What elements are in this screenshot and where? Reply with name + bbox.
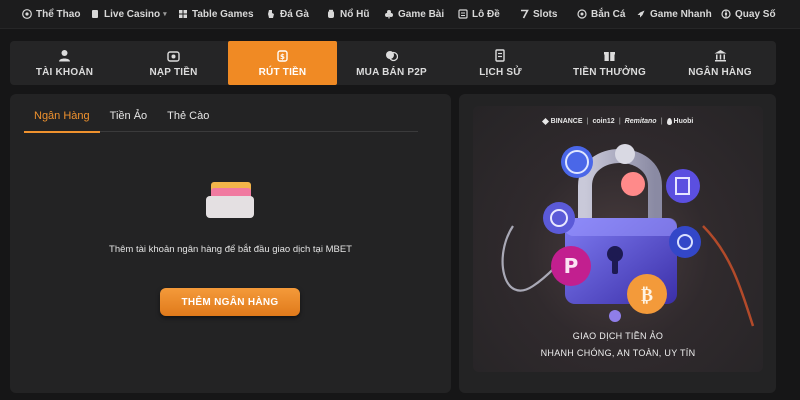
empty-bank-message: Thêm tài khoản ngân hàng để bắt đầu giao… [109,244,352,255]
seven-icon [519,9,529,19]
grid-icon [178,9,188,19]
nav-item-live-casino[interactable]: Live Casino ▾ [90,9,167,20]
tab-label: MUA BÁN P2P [356,66,427,78]
nav-label: Bắn Cá [591,8,626,20]
nav-item-slots[interactable]: Slots [519,9,557,20]
nav-item-game-nhanh[interactable]: Game Nhanh [636,9,712,20]
tab-lich-su[interactable]: LỊCH SỬ [446,41,555,85]
tab-nap-tien[interactable]: NẠP TIỀN [119,41,228,85]
top-navigation: Thể Thao Live Casino ▾ Table Games Đá Gà… [0,0,800,29]
nav-label: Lô Đề [472,8,500,20]
tab-label: RÚT TIỀN [258,66,307,78]
svg-text:$: $ [280,53,285,61]
account-tabs: TÀI KHOẢN NẠP TIỀN $ RÚT TIỀN MUA BÁN P2… [10,41,776,85]
promo-panel: P ₿ BINANCE | coin12 | Remitano | Huobi … [459,94,776,393]
bank-cards-icon [206,182,254,218]
deposit-icon [167,49,180,62]
tab-ngan-hang[interactable]: NGÂN HÀNG [664,41,776,85]
nav-label: Nổ Hũ [340,8,370,20]
partner-huobi: Huobi [673,118,694,125]
partner-binance: BINANCE [550,118,583,125]
tab-tai-khoan[interactable]: TÀI KHOẢN [10,41,119,85]
svg-text:P: P [564,254,579,278]
tab-label: TIỀN THƯỞNG [573,66,646,78]
chevron-down-icon: ▾ [163,11,167,18]
rooster-icon [266,9,276,19]
nav-label: Thể Thao [36,8,81,20]
club-icon [384,9,394,19]
nav-item-the-thao[interactable]: Thể Thao [22,9,80,20]
coins-icon [385,49,398,62]
nav-item-lo-de[interactable]: Lô Đề [458,9,500,20]
subtab-the-cao[interactable]: Thẻ Cào [157,104,219,132]
partner-logos: BINANCE | coin12 | Remitano | Huobi [473,117,763,126]
add-bank-button[interactable]: THÊM NGÂN HÀNG [160,288,300,316]
nav-item-game-bai[interactable]: Game Bài [384,9,444,20]
promo-subtitle: NHANH CHÓNG, AN TOÀN, UY TÍN [540,348,696,358]
nav-label: Quay Số [735,8,776,20]
nav-item-no-hu[interactable]: Nổ Hũ [326,9,369,20]
bonus-icon [603,49,616,62]
nav-label: Game Nhanh [650,8,712,20]
binance-logo-icon [541,117,549,126]
tab-label: NGÂN HÀNG [688,66,752,78]
spin-icon [721,9,731,19]
cards-icon [90,9,100,19]
bank-icon [714,49,727,62]
nav-item-ban-ca[interactable]: Bắn Cá [577,9,625,20]
nav-item-quay-so[interactable]: Quay Số [721,9,776,20]
huobi-flame-icon [666,118,672,125]
promo-title: GIAO DỊCH TIỀN ẢO [572,331,664,341]
subtab-tien-ao[interactable]: Tiền Ảo [100,104,158,132]
tab-tien-thuong[interactable]: TIỀN THƯỞNG [555,41,664,85]
tab-label: TÀI KHOẢN [35,66,94,78]
lottery-icon [458,9,468,19]
target-icon [577,9,587,19]
nav-item-table-games[interactable]: Table Games [178,9,254,20]
nav-item-da-ga[interactable]: Đá Gà [266,9,309,20]
nav-label: Table Games [192,8,254,20]
tab-rut-tien[interactable]: $ RÚT TIỀN [228,41,337,85]
nav-label: Live Casino [104,8,161,20]
withdraw-panel: Ngân Hàng Tiền Ảo Thẻ Cào Thêm tài khoản… [10,94,451,393]
partner-coin12: coin12 [592,118,615,125]
rocket-icon [636,9,646,19]
tab-mua-ban-p2p[interactable]: MUA BÁN P2P [337,41,446,85]
partner-remitano: Remitano [624,118,657,125]
jar-icon [326,9,336,19]
history-icon [494,48,507,62]
tab-label: LỊCH SỬ [479,66,522,78]
nav-label: Slots [533,8,558,20]
svg-text:₿: ₿ [641,285,653,306]
crypto-promo-banner: P ₿ BINANCE | coin12 | Remitano | Huobi … [473,106,763,372]
withdraw-icon: $ [276,49,289,62]
subtab-ngan-hang[interactable]: Ngân Hàng [24,104,100,133]
withdraw-method-tabs: Ngân Hàng Tiền Ảo Thẻ Cào [24,104,418,133]
soccer-ball-icon [22,9,32,19]
tab-label: NẠP TIỀN [149,66,198,78]
user-icon [58,49,71,62]
nav-label: Đá Gà [280,8,309,20]
nav-label: Game Bài [398,8,445,20]
